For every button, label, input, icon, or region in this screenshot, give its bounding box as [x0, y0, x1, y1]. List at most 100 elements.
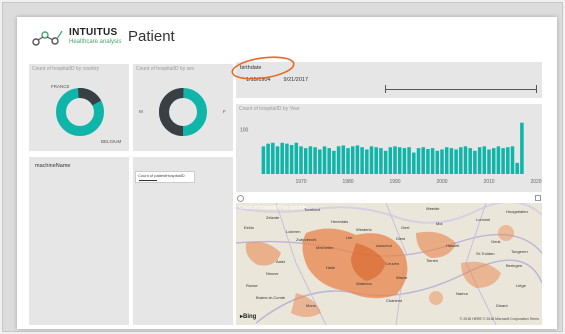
year-bar[interactable] [322, 146, 327, 174]
map-place-label: Aarschot [376, 243, 392, 248]
year-bar[interactable] [402, 148, 407, 174]
map-place-label: Westerlo [356, 227, 372, 232]
year-bar[interactable] [350, 146, 355, 174]
map-place-label: Zwijndrecht [296, 237, 317, 242]
year-bar[interactable] [444, 147, 449, 174]
year-bar[interactable] [369, 146, 374, 174]
y-tick-label: 100 [240, 127, 249, 133]
year-bar[interactable] [515, 162, 519, 174]
year-bar[interactable] [346, 148, 350, 174]
year-bar[interactable] [275, 146, 280, 174]
annotation-circle [231, 56, 295, 80]
birthdate-range-track[interactable] [386, 89, 536, 90]
year-bar[interactable] [506, 147, 510, 174]
year-bar[interactable] [426, 149, 430, 174]
year-bar[interactable] [341, 145, 346, 174]
sex-donut-chart[interactable] [157, 86, 209, 138]
year-bar[interactable] [393, 146, 397, 174]
year-bar[interactable] [468, 148, 472, 174]
year-chart-card[interactable]: Count of hospitalID by Year 100 1970 1980 1… [236, 104, 542, 192]
year-bar[interactable] [308, 146, 313, 174]
year-bar[interactable] [487, 149, 491, 174]
year-bar[interactable] [355, 145, 360, 174]
year-bar[interactable] [379, 148, 383, 174]
year-bar[interactable] [463, 146, 468, 174]
year-bar[interactable] [435, 150, 440, 174]
year-bar[interactable] [266, 143, 270, 174]
map-place-label: Aalst [276, 259, 285, 264]
focus-mode-icon[interactable] [535, 195, 541, 201]
year-bar[interactable] [482, 146, 487, 174]
brand-name: INTUITUS [69, 27, 118, 38]
year-bar[interactable] [332, 150, 336, 174]
year-bar[interactable] [454, 149, 458, 174]
machine-name-card[interactable]: machineName [29, 157, 129, 325]
year-bar[interactable] [449, 148, 454, 174]
year-bar[interactable] [416, 148, 421, 174]
year-bar[interactable] [360, 147, 364, 174]
year-bar[interactable] [336, 146, 341, 174]
map-card[interactable]: Count of hospitalID by zipcode Turnhout W… [236, 203, 542, 325]
year-bar[interactable] [261, 146, 266, 174]
page-title: Patient [128, 28, 175, 45]
year-bar[interactable] [285, 143, 289, 174]
year-bar[interactable] [365, 149, 369, 174]
sex-label-f: F [223, 109, 226, 114]
map-place-label: Genk [491, 239, 501, 244]
sex-chart-title: Count of hospitalID by sex [136, 66, 195, 72]
map-place-label: Mons [306, 303, 316, 308]
report-page: INTUITUS Healthcare analysis Patient Cou… [17, 17, 557, 329]
year-bar[interactable] [501, 148, 505, 174]
year-bar[interactable] [294, 142, 299, 174]
map-place-label: Tienen [426, 258, 439, 263]
country-chart-card[interactable]: Count of hospitalID by country FRANCE BE… [29, 64, 129, 151]
patient-count-underline [139, 180, 157, 181]
year-bar[interactable] [303, 148, 308, 174]
year-bar[interactable] [459, 147, 463, 174]
year-bar[interactable] [280, 142, 284, 174]
birthdate-range-end-handle[interactable] [536, 85, 537, 93]
year-bar-chart[interactable]: 100 1970 1980 1990 2000 2010 2020 [236, 104, 542, 192]
x-tick-label: 2000 [436, 179, 447, 185]
map-place-label: Lommel [476, 217, 491, 222]
year-bar[interactable] [299, 146, 303, 174]
year-bar[interactable] [388, 147, 393, 174]
year-bar[interactable] [407, 147, 411, 174]
map-place-label: Turnhout [304, 207, 320, 212]
year-bar[interactable] [318, 149, 322, 174]
country-chart-title: Count of hospitalID by country [32, 66, 99, 72]
year-bar[interactable] [327, 148, 331, 174]
year-bar[interactable] [510, 146, 515, 174]
map-place-label: Namur [456, 291, 469, 296]
year-bar[interactable] [271, 142, 275, 174]
map-place-label: St-Truiden [476, 251, 495, 256]
year-bar[interactable] [313, 147, 317, 174]
year-bar[interactable] [440, 149, 444, 174]
birthdate-range-start-handle[interactable] [385, 85, 386, 93]
year-bar[interactable] [383, 150, 388, 174]
x-tick-label: 1980 [342, 179, 353, 185]
year-bar[interactable] [473, 150, 477, 174]
map-place-label: Weelde [426, 206, 440, 211]
bing-label: Bing [243, 314, 257, 320]
year-bar[interactable] [374, 147, 378, 174]
year-bar[interactable] [412, 152, 416, 174]
year-bar[interactable] [421, 147, 425, 174]
year-bar[interactable] [430, 148, 435, 174]
year-bar[interactable] [397, 147, 402, 174]
info-icon[interactable] [237, 195, 244, 202]
machine-name-label: machineName [35, 163, 71, 169]
map-place-label: Waterloo [356, 281, 372, 286]
sex-chart-card[interactable]: Count of hospitalID by sex M F [133, 64, 233, 151]
year-bar[interactable] [477, 147, 482, 174]
patient-count-card[interactable]: Count of patientHospitalID [133, 157, 233, 325]
year-bar[interactable] [496, 146, 501, 174]
patient-count-box[interactable]: Count of patientHospitalID [135, 171, 195, 183]
country-donut-chart[interactable] [54, 86, 106, 138]
year-bar[interactable] [289, 145, 294, 174]
map-place-label: Ronse [246, 283, 258, 288]
map-title: Count of hospitalID by zipcode [239, 205, 307, 211]
year-bar[interactable] [491, 148, 496, 174]
year-bar[interactable] [520, 122, 524, 174]
brand-tagline: Healthcare analysis [69, 39, 122, 45]
